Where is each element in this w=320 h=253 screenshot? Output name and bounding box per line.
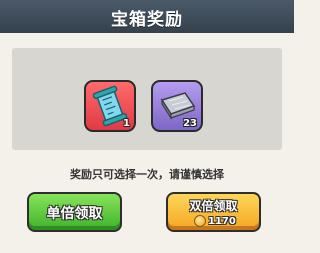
- double-claim-cost: 1170: [194, 214, 236, 228]
- coin-icon: [194, 215, 206, 227]
- double-claim-button[interactable]: 双倍领取 1170: [166, 192, 261, 232]
- double-claim-label: 双倍领取: [189, 199, 238, 213]
- reward-count: 1: [123, 118, 130, 129]
- reward-count: 23: [183, 118, 197, 129]
- notice-text: 奖励只可选择一次，请谨慎选择: [70, 168, 224, 181]
- single-claim-label: 单倍领取: [46, 206, 103, 222]
- single-claim-button[interactable]: 单倍领取: [27, 192, 122, 232]
- cost-value: 1170: [208, 215, 236, 227]
- reward-panel: [12, 48, 282, 150]
- reward-item-blueprint[interactable]: 1: [84, 80, 136, 132]
- dialog-title: 宝箱奖励: [111, 10, 183, 30]
- reward-item-steel-plate[interactable]: 23: [151, 80, 203, 132]
